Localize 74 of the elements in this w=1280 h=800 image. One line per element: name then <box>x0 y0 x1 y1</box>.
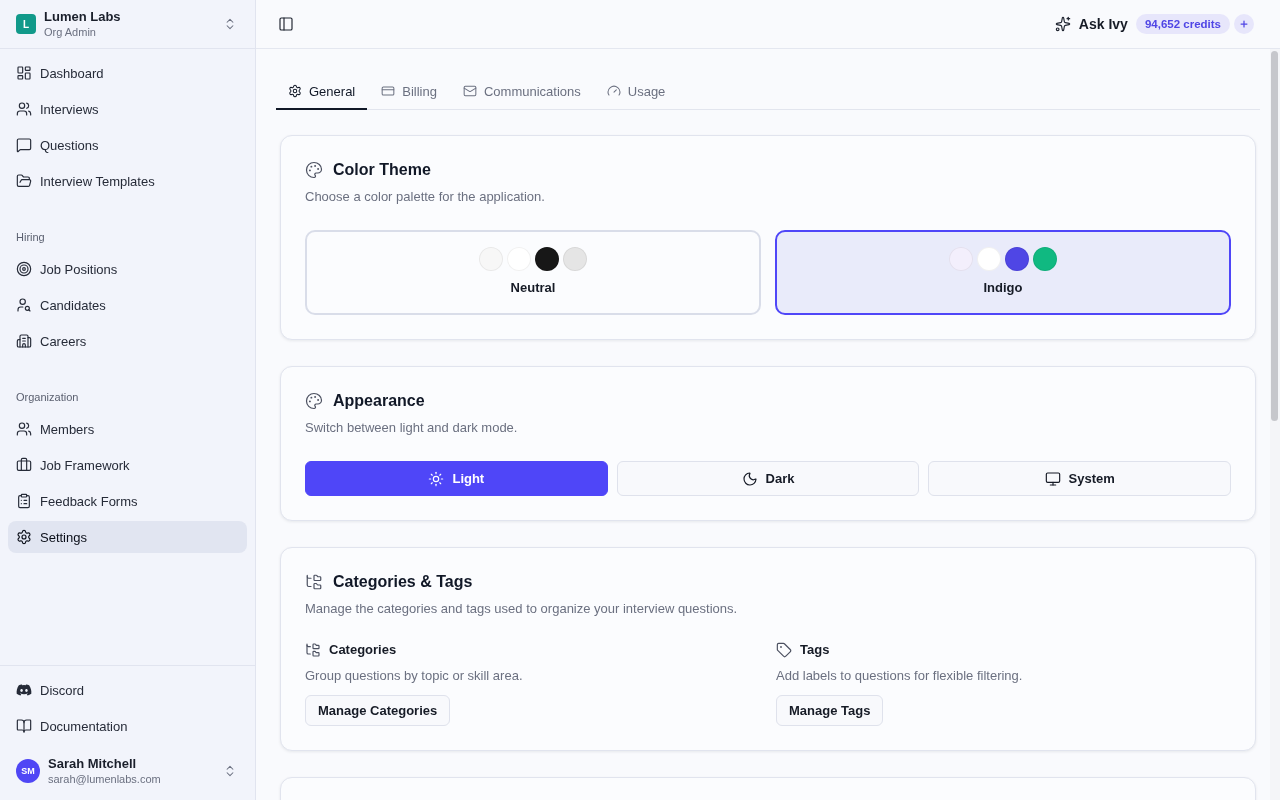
building-icon <box>16 333 32 349</box>
people-icon <box>16 421 32 437</box>
moon-icon <box>741 470 758 487</box>
section-description: Group questions by topic or skill area. <box>305 667 523 685</box>
section-description: Add labels to questions for flexible filtering. <box>776 667 1023 685</box>
nav-group-heading: Organization <box>15 390 80 405</box>
gauge-icon <box>606 84 621 98</box>
people-icon <box>16 101 32 117</box>
nav-link[interactable]: Documentation <box>8 710 247 742</box>
folder-tree-icon <box>305 642 321 658</box>
card-title: Appearance <box>333 391 425 411</box>
nav-item[interactable]: Interviews <box>8 93 247 125</box>
tab[interactable]: Usage <box>594 74 678 110</box>
panel-left-icon[interactable] <box>278 16 294 32</box>
manage-button[interactable]: Manage Categories <box>305 695 451 726</box>
card-title: Categories & Tags <box>333 572 473 592</box>
speech-bubble-icon <box>16 137 32 153</box>
org-logo: L <box>16 14 36 34</box>
mode-button[interactable]: Dark <box>616 461 920 496</box>
nav-group-heading: Hiring <box>15 230 46 245</box>
plus-icon <box>1239 19 1249 29</box>
nav-item[interactable]: Members <box>8 413 247 445</box>
settings-icon <box>16 529 32 545</box>
folder-tree-icon <box>305 573 323 591</box>
card-description: Manage the categories and tags used to organize your interview questions. <box>305 600 739 618</box>
card-description: Switch between light and dark mode. <box>305 419 519 437</box>
palette-icon <box>305 161 323 179</box>
theme-option[interactable]: Indigo <box>775 230 1231 315</box>
dashboard-grid-icon <box>16 65 32 81</box>
mail-icon <box>462 84 477 98</box>
clipboard-list-icon <box>16 493 32 509</box>
nav-item[interactable]: Job Positions <box>8 253 247 285</box>
credits-badge: 94,652 credits <box>1135 14 1230 34</box>
briefcase-icon <box>16 457 32 473</box>
nav-item[interactable]: Candidates <box>8 289 247 321</box>
org-role: Org Admin <box>44 25 96 39</box>
mode-button[interactable]: System <box>928 461 1231 496</box>
discord-icon <box>16 682 32 698</box>
tab[interactable]: Billing <box>369 74 449 110</box>
section-title: Tags <box>800 641 830 659</box>
nav-item[interactable]: Dashboard <box>8 57 247 89</box>
theme-option[interactable]: Neutral <box>305 230 761 315</box>
user-search-icon <box>16 297 32 313</box>
section-title: Categories <box>329 641 397 659</box>
mode-button[interactable]: Light <box>305 461 608 496</box>
add-credits-button[interactable] <box>1234 14 1254 34</box>
scrollbar-thumb[interactable] <box>1271 51 1278 421</box>
nav-item[interactable]: Feedback Forms <box>8 485 247 517</box>
nav-item[interactable]: Careers <box>8 325 247 357</box>
user-name: Sarah Mitchell <box>48 756 137 772</box>
credit-card-icon <box>381 84 396 98</box>
target-icon <box>16 261 32 277</box>
folder-icon <box>16 173 32 189</box>
nav-link[interactable]: Discord <box>8 674 247 706</box>
nav-item[interactable]: Interview Templates <box>8 165 247 197</box>
card-description: Choose a color palette for the application. <box>305 188 546 206</box>
monitor-icon <box>1044 470 1061 487</box>
user-avatar: SM <box>16 759 40 783</box>
tab[interactable]: Communications <box>450 74 593 110</box>
tag-icon <box>776 642 792 658</box>
tab[interactable]: General <box>276 74 368 110</box>
palette-icon <box>305 392 323 410</box>
nav-item[interactable]: Settings <box>8 521 247 553</box>
sun-icon <box>428 470 445 487</box>
card-title: Color Theme <box>333 160 431 180</box>
nav-item[interactable]: Job Framework <box>8 449 247 481</box>
ask-assistant-button[interactable]: Ask Ivy <box>1054 16 1128 32</box>
manage-button[interactable]: Manage Tags <box>776 695 884 726</box>
settings-icon <box>288 84 302 98</box>
open-book-icon <box>16 718 32 734</box>
user-email: sarah@lumenlabs.com <box>48 772 161 786</box>
org-name: Lumen Labs <box>44 9 121 25</box>
sparkles-icon <box>1054 16 1071 32</box>
nav-item[interactable]: Questions <box>8 129 247 161</box>
